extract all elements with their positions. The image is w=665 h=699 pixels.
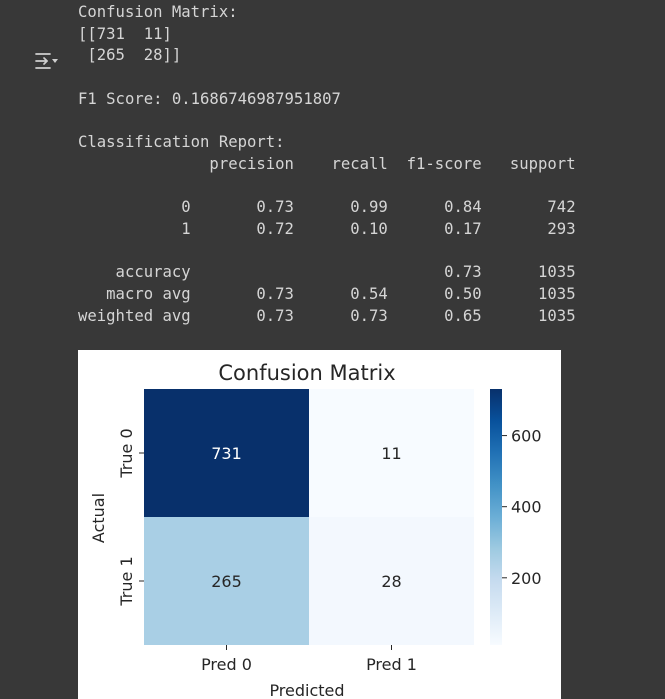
y-axis-ticks: True 0 True 1 [117,428,144,607]
y-axis-label: Actual [89,493,108,543]
chart-title: Confusion Matrix [218,361,395,385]
x-tick-label: Pred 1 [366,655,417,674]
cm-title: Confusion Matrix: [78,3,238,21]
text-output: Confusion Matrix: [[731 11] [265 28]] F1 S… [78,2,576,327]
cell-annotation: 28 [381,572,401,591]
report-row: 1 0.72 0.10 0.17 293 [78,219,576,238]
colorbar-tick-label: 400 [511,498,542,517]
heatmap-cells: 731 11 265 28 [144,389,474,645]
heatmap-chart: Confusion Matrix Predicted Actual 731 11 2… [89,361,542,699]
output-toggle-button[interactable] [32,48,60,74]
y-tick-label: True 0 [117,428,136,478]
cell-annotation: 731 [211,444,242,463]
cm-row: [265 28]] [78,46,182,65]
f1-score-line: F1 Score: 0.1686746987951807 [78,89,341,108]
x-axis-ticks: Pred 0 Pred 1 [201,645,417,674]
x-axis-label: Predicted [269,681,344,699]
output-toggle-icon [33,50,59,72]
cell-annotation: 265 [211,572,242,591]
report-row: 0 0.73 0.99 0.84 742 [78,198,576,217]
y-tick-label: True 1 [117,556,136,606]
x-tick-label: Pred 0 [201,655,252,674]
notebook-output-cell: Confusion Matrix: [[731 11] [265 28]] F1 S… [0,0,665,699]
colorbar-tick-label: 600 [511,427,542,446]
colorbar-bar [490,389,502,645]
colorbar-tick-label: 200 [511,569,542,588]
colorbar: 200 400 600 [490,389,542,645]
report-summary-row: macro avg 0.73 0.54 0.50 1035 [78,284,576,303]
report-title: Classification Report: [78,133,285,152]
cell-annotation: 11 [381,444,401,463]
report-summary-row: accuracy 0.73 1035 [78,263,576,282]
confusion-matrix-figure: Confusion Matrix Predicted Actual 731 11 2… [78,350,561,699]
report-header: precision recall f1-score support [78,154,576,173]
cm-row: [[731 11] [78,24,172,43]
report-summary-row: weighted avg 0.73 0.73 0.65 1035 [78,306,576,325]
